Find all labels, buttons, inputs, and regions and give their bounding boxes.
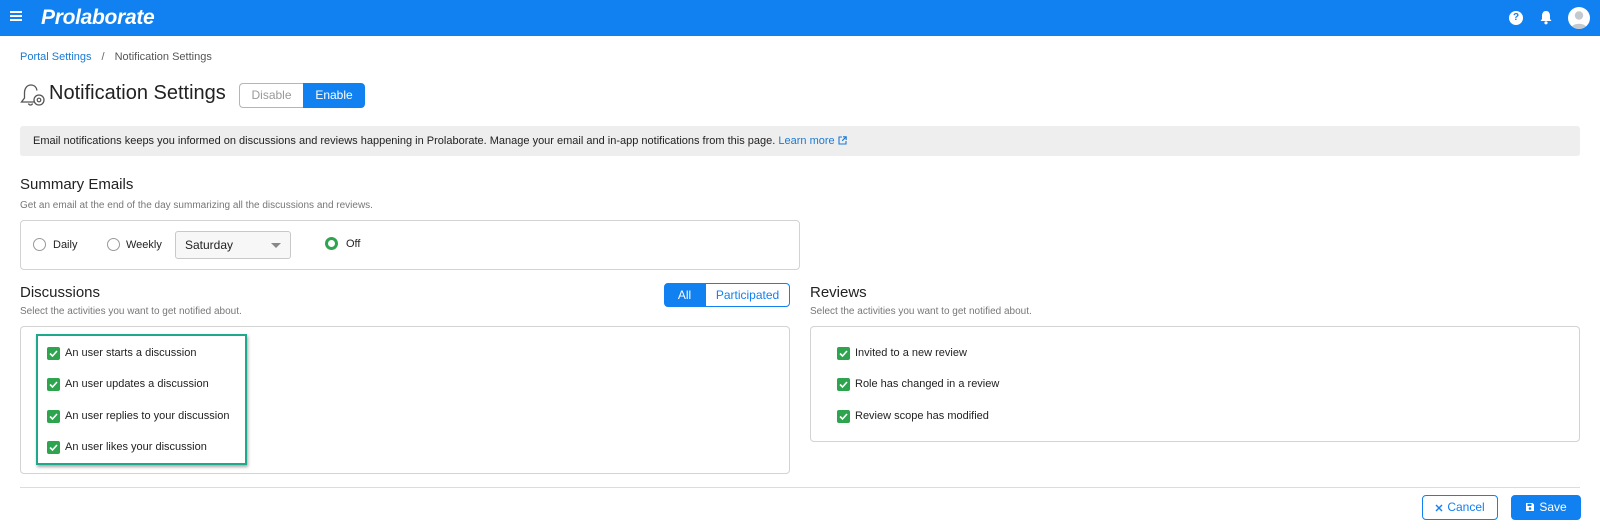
- save-icon: [1526, 503, 1535, 511]
- disable-toggle[interactable]: Disable: [239, 83, 303, 108]
- notification-settings-icon: [19, 82, 47, 110]
- filter-all-button[interactable]: All: [664, 283, 705, 307]
- menu-icon[interactable]: [10, 11, 22, 23]
- save-label: Save: [1539, 500, 1567, 514]
- save-button[interactable]: Save: [1511, 495, 1581, 520]
- discussions-title: Discussions: [20, 284, 101, 301]
- learn-more-label[interactable]: Learn more: [778, 135, 834, 147]
- weekday-select[interactable]: Saturday: [175, 231, 291, 259]
- cancel-button[interactable]: Cancel: [1422, 495, 1498, 520]
- daily-radio[interactable]: [33, 238, 46, 251]
- highlight-box: [36, 334, 247, 465]
- breadcrumb-separator: /: [101, 51, 105, 63]
- reviews-title: Reviews: [810, 284, 867, 301]
- avatar-icon[interactable]: [1568, 7, 1590, 29]
- weekday-value: Saturday: [185, 238, 234, 252]
- checkbox[interactable]: [837, 410, 850, 423]
- page-title: Notification Settings: [49, 82, 226, 104]
- off-label[interactable]: Off: [346, 238, 360, 250]
- app-logo[interactable]: Prolaborate: [41, 6, 155, 30]
- info-text: Email notifications keeps you informed o…: [33, 135, 776, 147]
- discussions-subtitle: Select the activities you want to get no…: [20, 306, 242, 317]
- chevron-down-icon: [271, 243, 281, 248]
- close-icon: [1435, 504, 1443, 512]
- learn-more-link[interactable]: Learn more: [778, 135, 847, 147]
- top-bar: Prolaborate ?: [0, 0, 1600, 36]
- footer-divider: [20, 487, 1580, 488]
- bell-icon[interactable]: [1539, 10, 1555, 26]
- daily-label[interactable]: Daily: [53, 239, 77, 251]
- filter-participated-button[interactable]: Participated: [705, 283, 790, 307]
- breadcrumb-current: Notification Settings: [114, 51, 212, 63]
- weekly-radio[interactable]: [107, 238, 120, 251]
- off-radio[interactable]: [325, 237, 338, 250]
- breadcrumb-portal-settings[interactable]: Portal Settings: [20, 51, 92, 63]
- review-option-label: Invited to a new review: [855, 347, 967, 359]
- review-option-label: Review scope has modified: [855, 410, 989, 422]
- reviews-subtitle: Select the activities you want to get no…: [810, 306, 1032, 317]
- checkbox[interactable]: [837, 347, 850, 360]
- help-icon[interactable]: ?: [1509, 11, 1523, 25]
- cancel-label: Cancel: [1447, 500, 1485, 514]
- info-banner: Email notifications keeps you informed o…: [20, 126, 1580, 156]
- enable-toggle[interactable]: Enable: [303, 83, 365, 108]
- review-option-label: Role has changed in a review: [855, 378, 1000, 390]
- weekly-label[interactable]: Weekly: [126, 239, 162, 251]
- checkbox[interactable]: [837, 378, 850, 391]
- summary-emails-subtitle: Get an email at the end of the day summa…: [20, 200, 373, 211]
- external-link-icon: [838, 136, 847, 145]
- breadcrumb: Portal Settings / Notification Settings: [20, 51, 212, 63]
- summary-emails-title: Summary Emails: [20, 176, 134, 193]
